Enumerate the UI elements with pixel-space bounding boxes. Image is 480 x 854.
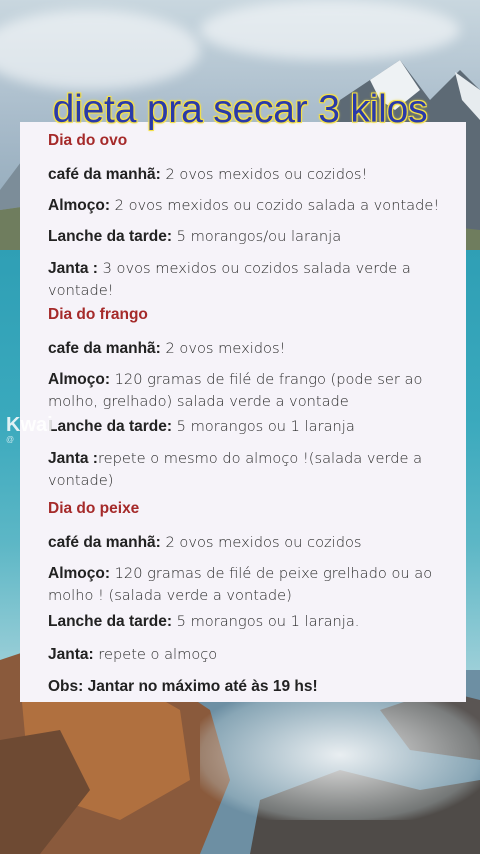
meal-text: 3 ovos mexidos ou cozidos salada verde a… — [48, 260, 411, 299]
meal-text: 2 ovos mexidos! — [160, 340, 286, 357]
meal-line: Janta :repete o mesmo do almoço !(salada… — [48, 448, 453, 492]
meal-label: Almoço: — [48, 565, 110, 582]
meal-label: cafe da manhã: — [48, 340, 161, 357]
meal-line: Lanche da tarde: 5 morangos/ou laranja — [48, 226, 453, 248]
meal-label: Janta : — [48, 260, 98, 277]
waterfall-foam — [200, 690, 480, 820]
meal-text: repete o mesmo do almoço !(salada verde … — [48, 450, 423, 489]
meal-label: Almoço: — [48, 371, 110, 388]
kwai-watermark: Kwai @ — [6, 414, 53, 444]
meal-text: 5 morangos/ou laranja — [172, 228, 342, 245]
meal-label: Lanche da tarde: — [48, 613, 173, 630]
diet-card: Dia do ovo café da manhã: 2 ovos mexidos… — [20, 122, 466, 702]
meal-text: 2 ovos mexidos ou cozidos — [160, 534, 362, 551]
meal-label: Lanche da tarde: — [48, 228, 173, 245]
section-heading: Dia do frango — [48, 306, 148, 323]
meal-line: cafe da manhã: 2 ovos mexidos! — [48, 338, 453, 360]
meal-text: repete o almoço — [93, 646, 218, 663]
meal-label: café da manhã: — [48, 166, 161, 183]
kwai-handle: @ — [6, 435, 15, 444]
meal-line: Almoço: 120 gramas de filé de peixe grel… — [48, 563, 453, 607]
meal-label: Almoço: — [48, 197, 110, 214]
meal-text: 2 ovos mexidos ou cozido salada a vontad… — [110, 197, 440, 214]
meal-line: café da manhã: 2 ovos mexidos ou cozidos — [48, 532, 453, 554]
meal-line: Lanche da tarde: 5 morangos ou 1 laranja — [48, 416, 453, 438]
meal-label: Janta : — [48, 450, 98, 467]
meal-text: 5 morangos ou 1 laranja — [172, 418, 355, 435]
section-heading: Dia do ovo — [48, 132, 128, 149]
kwai-logo-text: Kwai — [6, 414, 53, 436]
meal-text: 5 morangos ou 1 laranja. — [172, 613, 360, 630]
meal-line: Lanche da tarde: 5 morangos ou 1 laranja… — [48, 611, 453, 633]
section-heading: Dia do peixe — [48, 500, 140, 517]
obs-note: Obs: Jantar no máximo até às 19 hs! — [48, 678, 318, 695]
meal-label: café da manhã: — [48, 534, 161, 551]
page-title: dieta pra secar 3 kilos — [52, 88, 428, 131]
meal-label: Janta: — [48, 646, 94, 663]
meal-line: Almoço: 120 gramas de filé de frango (po… — [48, 369, 453, 413]
meal-line: Janta: repete o almoço — [48, 644, 453, 666]
meal-line: café da manhã: 2 ovos mexidos ou cozidos… — [48, 164, 453, 186]
meal-label: Lanche da tarde: — [48, 418, 173, 435]
meal-line: Janta : 3 ovos mexidos ou cozidos salada… — [48, 258, 453, 302]
meal-text: 2 ovos mexidos ou cozidos! — [160, 166, 368, 183]
meal-line: Almoço: 2 ovos mexidos ou cozido salada … — [48, 195, 453, 217]
